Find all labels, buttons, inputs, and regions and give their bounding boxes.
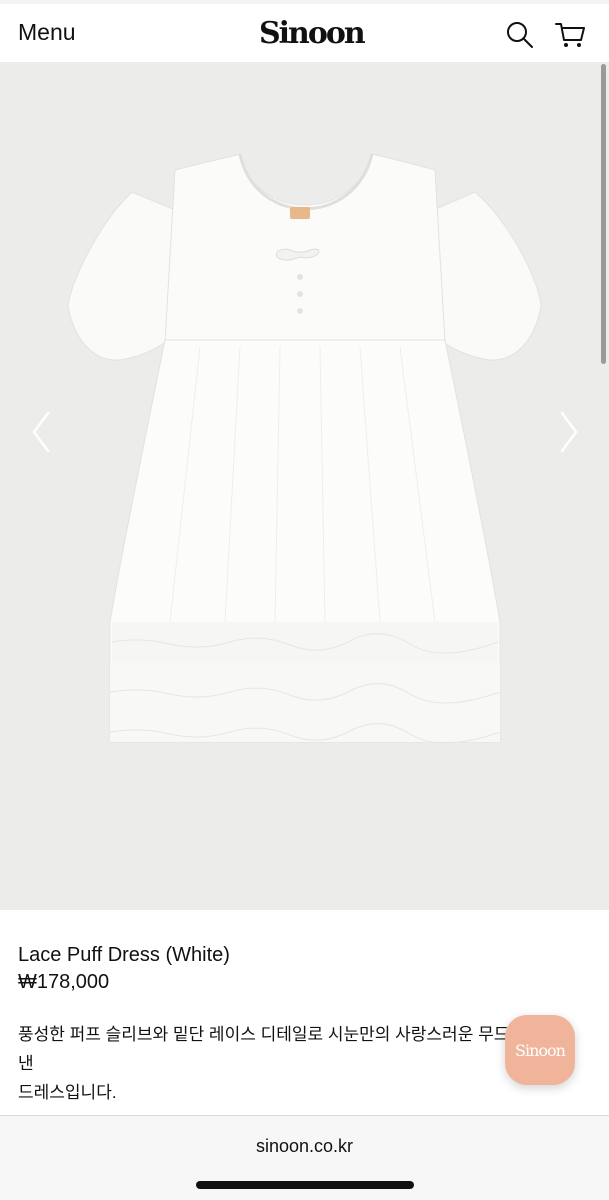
product-price: ₩178,000 bbox=[18, 971, 110, 993]
chat-button[interactable]: Sinoon bbox=[505, 1015, 575, 1085]
chevron-left-icon[interactable] bbox=[22, 407, 62, 457]
search-icon[interactable] bbox=[503, 18, 537, 52]
description-line: 낸 bbox=[18, 1054, 34, 1073]
url-label[interactable]: sinoon.co.kr bbox=[0, 1136, 609, 1157]
cart-icon[interactable] bbox=[553, 18, 587, 52]
product-description: 풍성한 퍼프 슬리브와 밑단 레이스 디테일로 시눈만의 사랑스러운 무드를 낸… bbox=[18, 1020, 525, 1107]
chevron-right-icon[interactable] bbox=[548, 407, 588, 457]
description-line: 드레스입니다. bbox=[18, 1083, 117, 1102]
brand-logo[interactable]: Sinoon bbox=[259, 14, 366, 54]
product-image-gallery[interactable] bbox=[0, 62, 609, 910]
menu-button[interactable]: Menu bbox=[18, 18, 76, 46]
description-line: 풍성한 퍼프 슬리브와 밑단 레이스 디테일로 시눈만의 사랑스러운 무드를 bbox=[18, 1025, 525, 1044]
chat-button-label: Sinoon bbox=[515, 1040, 566, 1060]
home-indicator[interactable] bbox=[196, 1181, 414, 1189]
site-header: Menu Sinoon bbox=[0, 0, 609, 62]
scrollbar[interactable] bbox=[601, 64, 606, 364]
browser-bottom-bar: sinoon.co.kr bbox=[0, 1115, 609, 1200]
product-image bbox=[67, 153, 542, 744]
product-name: Lace Puff Dress (White) bbox=[18, 944, 230, 966]
